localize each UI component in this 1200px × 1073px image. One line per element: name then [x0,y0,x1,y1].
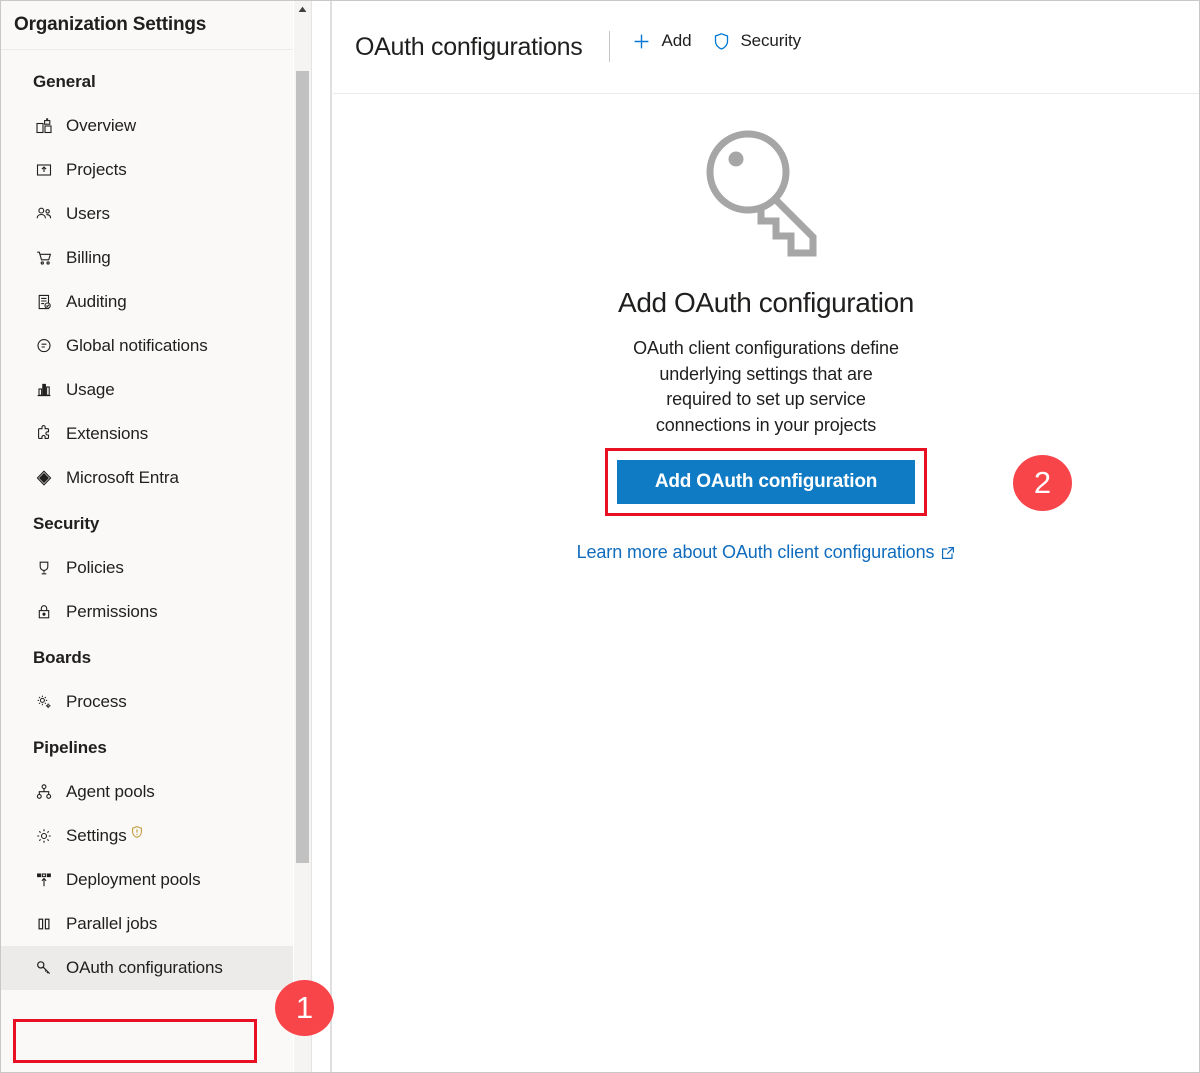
sidebar-title: Organization Settings [1,1,293,50]
permissions-lock-icon [33,601,55,623]
learn-more-link[interactable]: Learn more about OAuth client configurat… [577,542,956,563]
sidebar-item-projects[interactable]: Projects [1,148,293,192]
overview-icon [33,115,55,137]
sidebar-item-process[interactable]: Process [1,680,293,724]
key-illustration-icon [701,125,831,265]
deployment-pools-icon [33,869,55,891]
usage-chart-icon [33,379,55,401]
agent-pools-icon [33,781,55,803]
callout-badge-2: 2 [1013,455,1072,511]
process-gear-icon [33,691,55,713]
sidebar-item-label: OAuth configurations [66,958,223,978]
nav-group-header-general: General [1,58,293,104]
empty-state-title: Add OAuth configuration [618,287,914,319]
nav-group-header-boards: Boards [1,634,293,680]
parallel-jobs-icon [33,913,55,935]
sidebar-nav: General Overview Projects [1,50,293,990]
sidebar-item-settings[interactable]: Settings [1,814,293,858]
sidebar-item-label: Settings [66,826,127,846]
sidebar-item-billing[interactable]: Billing [1,236,293,280]
sidebar-item-usage[interactable]: Usage [1,368,293,412]
key-icon [33,957,55,979]
sidebar-item-label: Global notifications [66,336,208,356]
main-header: OAuth configurations Add Security [333,1,1199,94]
sidebar-item-agent-pools[interactable]: Agent pools [1,770,293,814]
learn-more-label: Learn more about OAuth client configurat… [577,542,935,563]
sidebar-item-permissions[interactable]: Permissions [1,590,293,634]
security-command-button[interactable]: Security [713,31,801,51]
extensions-puzzle-icon [33,423,55,445]
primary-button-wrapper: Add OAuth configuration [617,460,915,504]
sidebar-item-label: Users [66,204,110,224]
nav-group-header-security: Security [1,500,293,546]
header-separator [609,31,610,62]
sidebar-item-deployment-pools[interactable]: Deployment pools [1,858,293,902]
sidebar-item-microsoft-entra[interactable]: Microsoft Entra [1,456,293,500]
sidebar-item-oauth-configurations[interactable]: OAuth configurations [1,946,293,990]
sidebar-content-divider [330,1,332,1072]
billing-cart-icon [33,247,55,269]
sidebar-item-policies[interactable]: Policies [1,546,293,590]
sidebar-item-label: Usage [66,380,115,400]
sidebar-item-label: Deployment pools [66,870,200,890]
sidebar-item-label: Parallel jobs [66,914,157,934]
scroll-up-arrow-icon[interactable] [294,1,311,18]
sidebar-item-label: Auditing [66,292,127,312]
plus-icon [632,32,651,51]
sidebar-item-global-notifications[interactable]: Global notifications [1,324,293,368]
sidebar-item-label: Billing [66,248,111,268]
security-command-label: Security [740,31,801,51]
sidebar-scrollbar[interactable] [294,1,312,1072]
sidebar-item-label: Policies [66,558,124,578]
screenshot-root: Organization Settings General Overview [0,0,1200,1073]
sidebar-item-parallel-jobs[interactable]: Parallel jobs [1,902,293,946]
settings-gear-icon [33,825,55,847]
sidebar-item-label: Extensions [66,424,148,444]
add-command-button[interactable]: Add [632,31,691,51]
page-title: OAuth configurations [355,35,582,60]
sidebar-item-label: Agent pools [66,782,155,802]
main-content: OAuth configurations Add Security [333,1,1199,1072]
sidebar-item-label: Projects [66,160,127,180]
sidebar: Organization Settings General Overview [1,1,293,1072]
sidebar-item-extensions[interactable]: Extensions [1,412,293,456]
add-oauth-configuration-button[interactable]: Add OAuth configuration [617,460,915,504]
shield-icon [713,32,730,50]
sidebar-item-label: Overview [66,116,136,136]
sidebar-item-overview[interactable]: Overview [1,104,293,148]
sidebar-item-label: Process [66,692,127,712]
auditing-icon [33,291,55,313]
callout-badge-1: 1 [275,980,334,1036]
policies-icon [33,557,55,579]
projects-icon [33,159,55,181]
add-command-label: Add [661,31,691,51]
nav-group-header-pipelines: Pipelines [1,724,293,770]
warning-shield-icon [130,825,144,839]
users-icon [33,203,55,225]
sidebar-item-label: Permissions [66,602,157,622]
empty-state-description: OAuth client configurations define under… [631,336,901,438]
microsoft-entra-icon [33,467,55,489]
sidebar-item-auditing[interactable]: Auditing [1,280,293,324]
scrollbar-thumb[interactable] [296,71,309,863]
callout-highlight-rect-1 [13,1019,257,1063]
notifications-icon [33,335,55,357]
sidebar-item-users[interactable]: Users [1,192,293,236]
external-link-icon [941,546,955,560]
sidebar-item-label: Microsoft Entra [66,468,179,488]
